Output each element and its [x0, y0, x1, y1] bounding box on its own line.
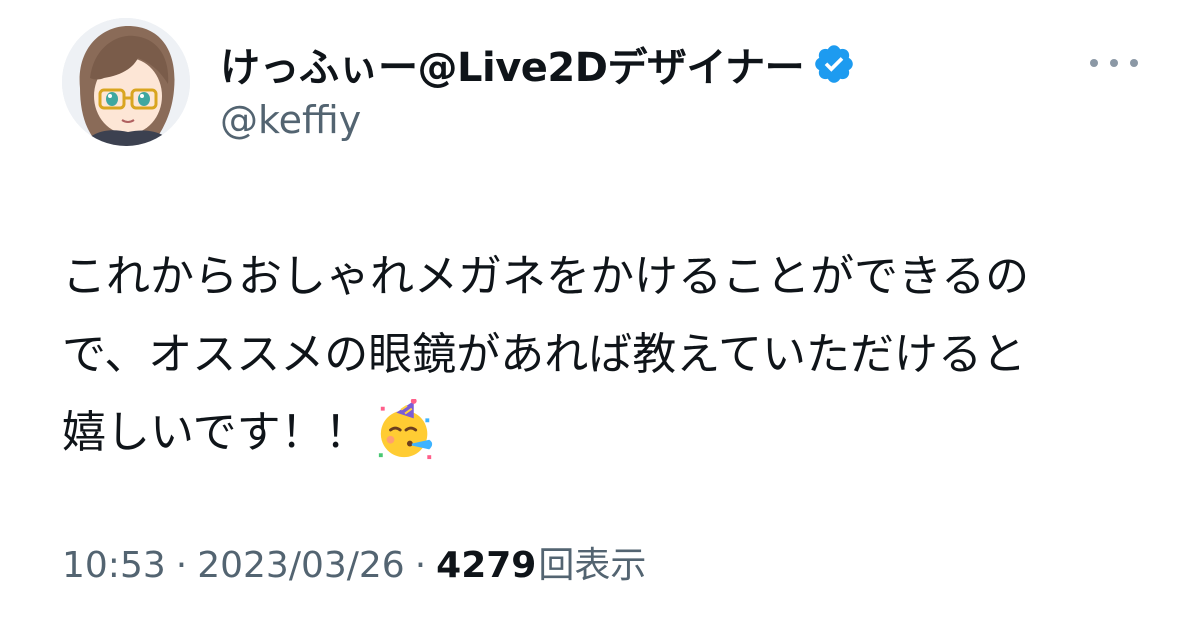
avatar-illustration — [62, 18, 190, 146]
meta-separator: · — [414, 545, 427, 586]
more-dot-icon — [1130, 59, 1138, 67]
more-options-button[interactable] — [1090, 48, 1138, 78]
views-label: 回表示 — [538, 545, 647, 586]
tweet-line: で、オススメの眼鏡があれば教えていただけると — [62, 329, 1027, 380]
meta-separator: · — [175, 545, 188, 586]
tweet-date[interactable]: 2023/03/26 — [197, 545, 405, 586]
tweet-line-last: 嬉しいです！！ — [62, 394, 1162, 472]
tweet-line: これからおしゃれメガネをかけることができるの — [62, 251, 1030, 302]
avatar[interactable] — [62, 18, 190, 146]
tweet-line-text: 嬉しいです！！ — [62, 407, 369, 458]
tweet-time[interactable]: 10:53 — [62, 545, 166, 586]
partying-face-emoji — [378, 399, 432, 460]
verified-badge-icon — [815, 45, 853, 83]
tweet-text: これからおしゃれメガネをかけることができるの で、オススメの眼鏡があれば教えてい… — [62, 238, 1162, 472]
views-count[interactable]: 4279 — [436, 545, 536, 586]
more-dot-icon — [1090, 59, 1098, 67]
more-dot-icon — [1110, 59, 1118, 67]
tweet-meta: 10:53 · 2023/03/26 · 4279 回表示 — [62, 536, 646, 588]
user-handle[interactable]: @keffiy — [220, 98, 361, 142]
author-name-row[interactable]: けっふぃー@Live2Dデザイナー — [220, 36, 856, 92]
display-name[interactable]: けっふぃー@Live2Dデザイナー — [220, 35, 805, 93]
